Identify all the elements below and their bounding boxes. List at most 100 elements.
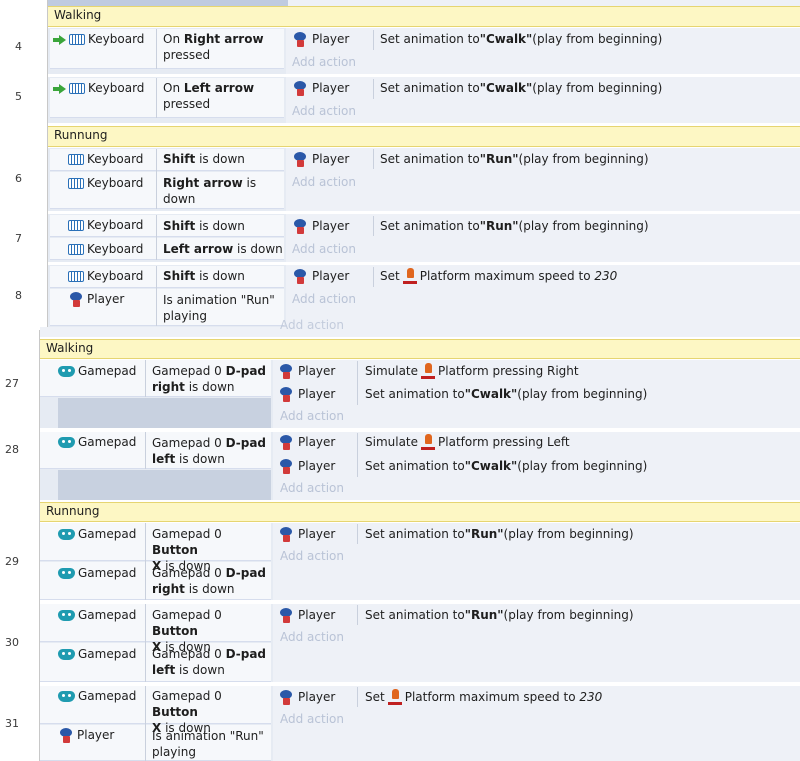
condition-text[interactable]: Gamepad 0 D-pad left is down	[152, 646, 270, 678]
add-action-link[interactable]: Add action	[292, 104, 356, 118]
add-action-link[interactable]: Add action	[280, 318, 344, 332]
separator	[373, 267, 374, 287]
gamepad-icon	[58, 610, 75, 621]
action-object: Player	[298, 527, 336, 541]
action-object: Player	[312, 81, 350, 95]
platform-behavior-icon	[421, 363, 436, 379]
action-row[interactable]: Player	[278, 526, 335, 542]
object-name: Keyboard	[87, 152, 144, 166]
action-text[interactable]: Simulate Platform pressing Right	[365, 363, 579, 379]
action-text[interactable]: Set Platform maximum speed to 230	[380, 268, 617, 284]
action-row[interactable]: Player	[292, 268, 349, 284]
action-object: Player	[312, 152, 350, 166]
add-action-link[interactable]: Add action	[292, 292, 356, 306]
group-header-walking[interactable]: Walking	[40, 339, 800, 359]
condition-text[interactable]: On Right arrow pressed	[163, 31, 283, 63]
object-name: Keyboard	[87, 242, 144, 256]
condition-text[interactable]: Is animation "Run" playing	[163, 292, 281, 324]
condition-text[interactable]: Shift is down	[163, 218, 245, 234]
add-action-link[interactable]: Add action	[280, 481, 344, 495]
add-action-link[interactable]: Add action	[292, 55, 356, 69]
condition-object: Keyboard	[68, 242, 143, 257]
condition-object: Gamepad	[58, 364, 136, 379]
action-row[interactable]: Player	[278, 386, 335, 402]
object-name: Keyboard	[88, 81, 145, 95]
gamepad-icon	[58, 568, 75, 579]
condition-text[interactable]: Right arrow is down	[163, 175, 281, 207]
player-icon	[278, 434, 294, 450]
action-object: Player	[298, 608, 336, 622]
separator	[373, 30, 374, 50]
condition-text[interactable]: Is animation "Run" playing	[152, 728, 270, 760]
object-name: Gamepad	[78, 608, 137, 622]
add-action-link[interactable]: Add action	[280, 549, 344, 563]
action-text[interactable]: Simulate Platform pressing Left	[365, 434, 570, 450]
action-row[interactable]: Player	[278, 434, 335, 450]
add-action-link[interactable]: Add action	[280, 630, 344, 644]
separator	[156, 149, 157, 209]
action-row[interactable]: Player	[278, 458, 335, 474]
condition-text[interactable]: Left arrow is down	[163, 241, 283, 257]
player-icon	[292, 80, 308, 96]
action-row[interactable]: Player	[292, 31, 349, 47]
line-number: 29	[5, 555, 19, 568]
gamepad-icon	[58, 529, 75, 540]
action-text[interactable]: Set animation to "Cwalk" (play from begi…	[380, 31, 662, 47]
player-icon	[292, 218, 308, 234]
action-row[interactable]: Player	[292, 218, 349, 234]
group-header-walking[interactable]: Walking	[48, 6, 800, 27]
action-text[interactable]: Set animation to "Cwalk" (play from begi…	[365, 458, 647, 474]
line-number: 28	[5, 443, 19, 456]
condition-object: Keyboard	[68, 269, 143, 284]
platform-behavior-icon	[387, 689, 402, 705]
condition-text[interactable]: Gamepad 0 D-pad left is down	[152, 435, 270, 467]
action-row[interactable]: Player	[292, 151, 349, 167]
line-number: 6	[15, 172, 22, 185]
group-title: Runnung	[46, 504, 100, 518]
group-header-running[interactable]: Runnung	[40, 502, 800, 522]
event-band	[40, 327, 800, 337]
separator	[145, 523, 146, 600]
player-icon	[278, 386, 294, 402]
add-action-link[interactable]: Add action	[292, 175, 356, 189]
action-row[interactable]: Player	[292, 80, 349, 96]
separator	[156, 29, 157, 69]
action-text[interactable]: Set Platform maximum speed to 230	[365, 689, 602, 705]
action-text[interactable]: Set animation to "Cwalk" (play from begi…	[365, 386, 647, 402]
object-name: Gamepad	[78, 689, 137, 703]
player-icon	[292, 151, 308, 167]
add-action-link[interactable]: Add action	[280, 712, 344, 726]
condition-text[interactable]: Shift is down	[163, 151, 245, 167]
action-row[interactable]: Player	[278, 689, 335, 705]
group-header-running[interactable]: Runnung	[48, 126, 800, 147]
condition-object: Keyboard	[68, 176, 143, 191]
condition-text[interactable]: Gamepad 0 D-pad right is down	[152, 363, 270, 395]
condition-text[interactable]: On Left arrow pressed	[163, 80, 283, 112]
keyboard-icon	[68, 244, 84, 255]
add-action-link[interactable]: Add action	[280, 409, 344, 423]
player-icon	[292, 268, 308, 284]
object-name: Gamepad	[78, 647, 137, 661]
gamepad-icon	[58, 366, 75, 377]
condition-object: Gamepad	[58, 689, 136, 704]
object-name: Keyboard	[87, 269, 144, 283]
action-text[interactable]: Set animation to "Run" (play from beginn…	[365, 607, 634, 623]
separator	[357, 433, 358, 477]
condition-empty-area	[58, 398, 271, 428]
action-object: Player	[312, 219, 350, 233]
action-text[interactable]: Set animation to "Run" (play from beginn…	[380, 151, 649, 167]
condition-text[interactable]: Gamepad 0 D-pad right is down	[152, 565, 270, 597]
condition-text[interactable]: Shift is down	[163, 268, 245, 284]
action-text[interactable]: Set animation to "Cwalk" (play from begi…	[380, 80, 662, 96]
player-icon	[278, 689, 294, 705]
trigger-once-icon	[53, 84, 66, 94]
action-row[interactable]: Player	[278, 363, 335, 379]
add-action-link[interactable]: Add action	[292, 242, 356, 256]
action-text[interactable]: Set animation to "Run" (play from beginn…	[380, 218, 649, 234]
action-text[interactable]: Set animation to "Run" (play from beginn…	[365, 526, 634, 542]
condition-object: Keyboard	[53, 32, 144, 47]
condition-object: Player	[58, 728, 114, 743]
action-row[interactable]: Player	[278, 607, 335, 623]
separator	[357, 605, 358, 625]
separator	[373, 79, 374, 99]
